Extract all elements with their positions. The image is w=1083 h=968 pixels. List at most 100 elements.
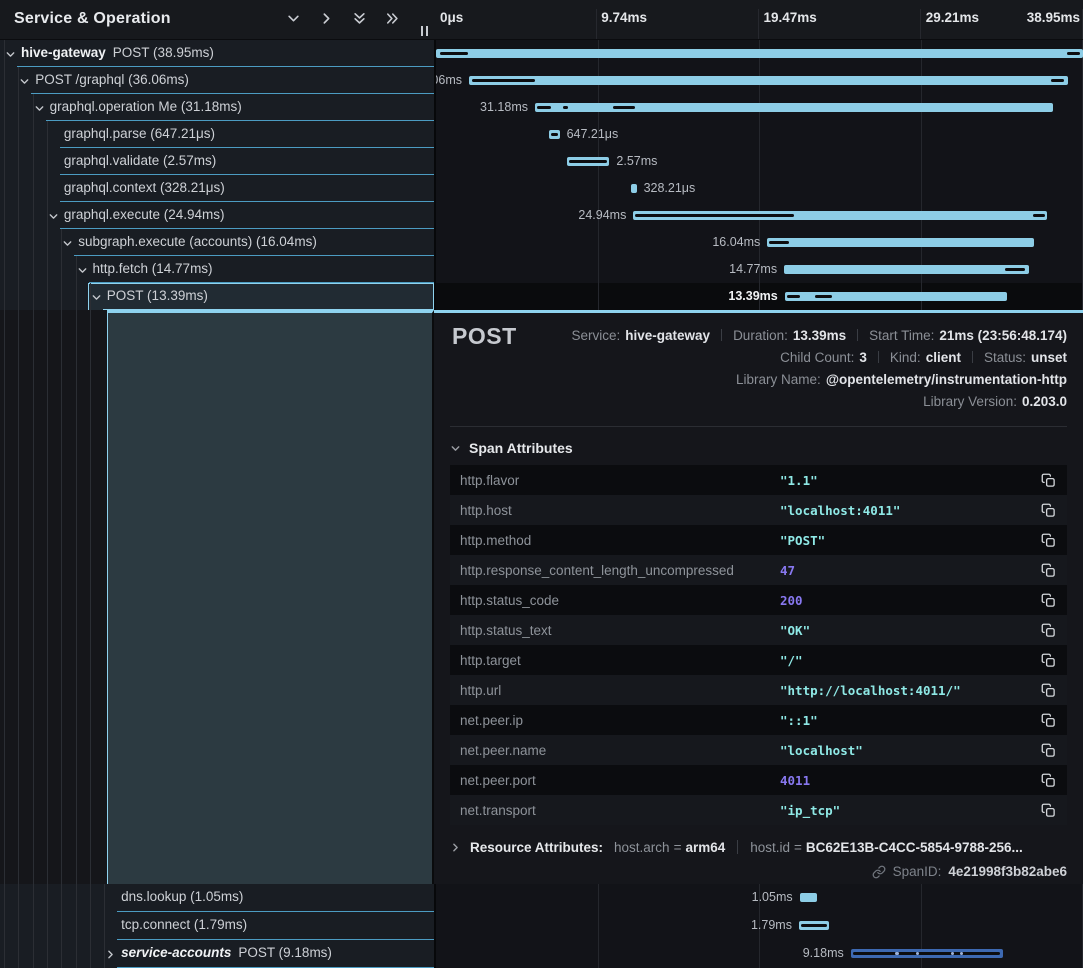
span-name-cell[interactable]: POST (13.39ms) — [0, 283, 434, 310]
span-timeline-cell[interactable]: 1.05ms — [434, 884, 1083, 912]
operation-name: POST /graphql (36.06ms) — [35, 72, 189, 87]
span-name-cell[interactable]: graphql.context (328.21μs) — [0, 175, 434, 202]
span-timeline-cell[interactable]: 2.57ms — [434, 148, 1083, 175]
span-detail-header: POST Service:hive-gatewayDuration:13.39m… — [450, 313, 1067, 413]
meta-label: Kind: — [890, 350, 921, 365]
span-row[interactable]: graphql.execute (24.94ms)24.94ms — [0, 202, 1083, 229]
indent-guide — [33, 283, 34, 310]
span-row[interactable]: service-accountsPOST (9.18ms)9.18ms — [0, 940, 1083, 968]
span-row[interactable]: graphql.parse (647.21μs)647.21μs — [0, 121, 1083, 148]
span-name-cell[interactable]: http.fetch (14.77ms) — [0, 256, 434, 283]
span-row[interactable]: graphql.operation Me (31.18ms) 31.18ms — [0, 94, 1083, 121]
indent-guide — [47, 912, 48, 940]
attribute-row: net.peer.port4011 — [450, 765, 1067, 795]
span-name-cell[interactable]: graphql.validate (2.57ms) — [0, 148, 434, 175]
span-row[interactable]: tcp.connect (1.79ms)1.79ms — [0, 912, 1083, 940]
attribute-row: http.status_text"OK" — [450, 615, 1067, 645]
span-name-cell[interactable]: graphql.parse (647.21μs) — [0, 121, 434, 148]
copy-icon[interactable] — [1039, 681, 1057, 699]
chevron-down-icon[interactable] — [34, 101, 45, 119]
span-timeline-cell[interactable]: 16.04ms — [434, 229, 1083, 256]
span-bar[interactable] — [631, 184, 637, 193]
copy-icon[interactable] — [1039, 531, 1057, 549]
span-rows-top: hive-gatewayPOST (38.95ms)POST /graphql … — [0, 40, 1083, 310]
copy-icon[interactable] — [1039, 801, 1057, 819]
span-name-label: graphql.operation Me (31.18ms) — [50, 99, 242, 114]
span-row[interactable]: graphql.context (328.21μs)328.21μs — [0, 175, 1083, 202]
chevron-down-icon[interactable] — [62, 236, 73, 254]
span-name-cell[interactable]: graphql.operation Me (31.18ms) — [0, 94, 434, 121]
indent-guide — [18, 256, 19, 283]
span-name-cell[interactable]: graphql.execute (24.94ms) — [0, 202, 434, 229]
chevron-down-icon[interactable] — [48, 209, 59, 227]
chevron-down-icon[interactable] — [91, 290, 102, 308]
span-bar[interactable] — [767, 238, 1034, 247]
span-timeline-cell[interactable]: 36.06ms — [434, 67, 1083, 94]
attribute-row: http.url"http://localhost:4011/" — [450, 675, 1067, 705]
copy-icon[interactable] — [1039, 741, 1057, 759]
resource-attributes-toggle[interactable]: Resource Attributes: host.arch=arm64host… — [450, 840, 1067, 855]
span-bar[interactable] — [469, 76, 1068, 85]
span-name-cell[interactable]: POST /graphql (36.06ms) — [0, 67, 434, 94]
copy-icon[interactable] — [1039, 711, 1057, 729]
span-name-cell[interactable]: dns.lookup (1.05ms) — [0, 884, 434, 912]
indent-guide — [4, 67, 5, 94]
span-bar-mark — [569, 160, 607, 163]
span-name-cell[interactable]: hive-gatewayPOST (38.95ms) — [0, 40, 434, 67]
span-timeline-cell[interactable]: 14.77ms — [434, 256, 1083, 283]
attribute-value: "http://localhost:4011/" — [780, 683, 1039, 698]
span-attributes-toggle[interactable]: Span Attributes — [450, 440, 1067, 456]
span-row[interactable]: http.fetch (14.77ms)14.77ms — [0, 256, 1083, 283]
indent-guide — [18, 884, 19, 912]
span-timeline-cell[interactable] — [434, 40, 1083, 67]
span-timeline-cell[interactable]: 24.94ms — [434, 202, 1083, 229]
column-resize-handle[interactable] — [421, 26, 428, 36]
indent-guide — [18, 940, 19, 968]
span-timeline-cell[interactable]: 328.21μs — [434, 175, 1083, 202]
chevron-down-icon[interactable] — [19, 74, 30, 92]
span-name-cell[interactable]: subgraph.execute (accounts) (16.04ms) — [0, 229, 434, 256]
indent-guide — [33, 912, 34, 940]
copy-icon[interactable] — [1039, 621, 1057, 639]
span-timeline-cell[interactable]: 9.18ms — [434, 940, 1083, 968]
span-meta-line: Service:hive-gatewayDuration:13.39msStar… — [450, 325, 1067, 347]
chevron-right-icon[interactable] — [105, 947, 116, 965]
span-bar[interactable] — [800, 893, 817, 902]
span-row[interactable]: subgraph.execute (accounts) (16.04ms)16.… — [0, 229, 1083, 256]
axis-tick: 0μs — [440, 10, 463, 25]
copy-icon[interactable] — [1039, 561, 1057, 579]
expand-one-icon[interactable] — [318, 10, 334, 26]
collapse-one-icon[interactable] — [285, 10, 301, 26]
link-icon[interactable] — [872, 865, 886, 879]
resource-attributes-title: Resource Attributes: — [470, 840, 603, 855]
selected-span-detail-spacer — [107, 310, 434, 884]
service-name: hive-gateway — [21, 45, 106, 60]
copy-icon[interactable] — [1039, 471, 1057, 489]
span-bar[interactable] — [784, 265, 1029, 274]
chevron-down-icon[interactable] — [77, 263, 88, 281]
span-bar[interactable] — [436, 49, 1083, 58]
span-bar-mark — [951, 952, 954, 955]
span-row[interactable]: POST (13.39ms)13.39ms — [0, 283, 1083, 310]
span-name-cell[interactable]: service-accountsPOST (9.18ms) — [0, 940, 434, 968]
copy-icon[interactable] — [1039, 501, 1057, 519]
chevron-down-icon[interactable] — [5, 47, 16, 65]
span-timeline-cell[interactable]: 31.18ms — [434, 94, 1083, 121]
span-rows-bottom: dns.lookup (1.05ms)1.05mstcp.connect (1.… — [0, 884, 1083, 968]
copy-icon[interactable] — [1039, 591, 1057, 609]
indent-guide — [18, 148, 19, 175]
copy-icon[interactable] — [1039, 651, 1057, 669]
timeline-axis: 0μs9.74ms19.47ms29.21ms38.95ms — [434, 0, 1083, 39]
expand-all-icon[interactable] — [384, 10, 400, 26]
span-row[interactable]: graphql.validate (2.57ms)2.57ms — [0, 148, 1083, 175]
span-timeline-cell[interactable]: 647.21μs — [434, 121, 1083, 148]
indent-guide — [4, 256, 5, 283]
span-name-cell[interactable]: tcp.connect (1.79ms) — [0, 912, 434, 940]
span-row[interactable]: POST /graphql (36.06ms) 36.06ms — [0, 67, 1083, 94]
span-timeline-cell[interactable]: 1.79ms — [434, 912, 1083, 940]
span-timeline-cell[interactable]: 13.39ms — [434, 283, 1083, 310]
span-row[interactable]: hive-gatewayPOST (38.95ms) — [0, 40, 1083, 67]
span-row[interactable]: dns.lookup (1.05ms)1.05ms — [0, 884, 1083, 912]
collapse-all-icon[interactable] — [351, 10, 367, 26]
copy-icon[interactable] — [1039, 771, 1057, 789]
